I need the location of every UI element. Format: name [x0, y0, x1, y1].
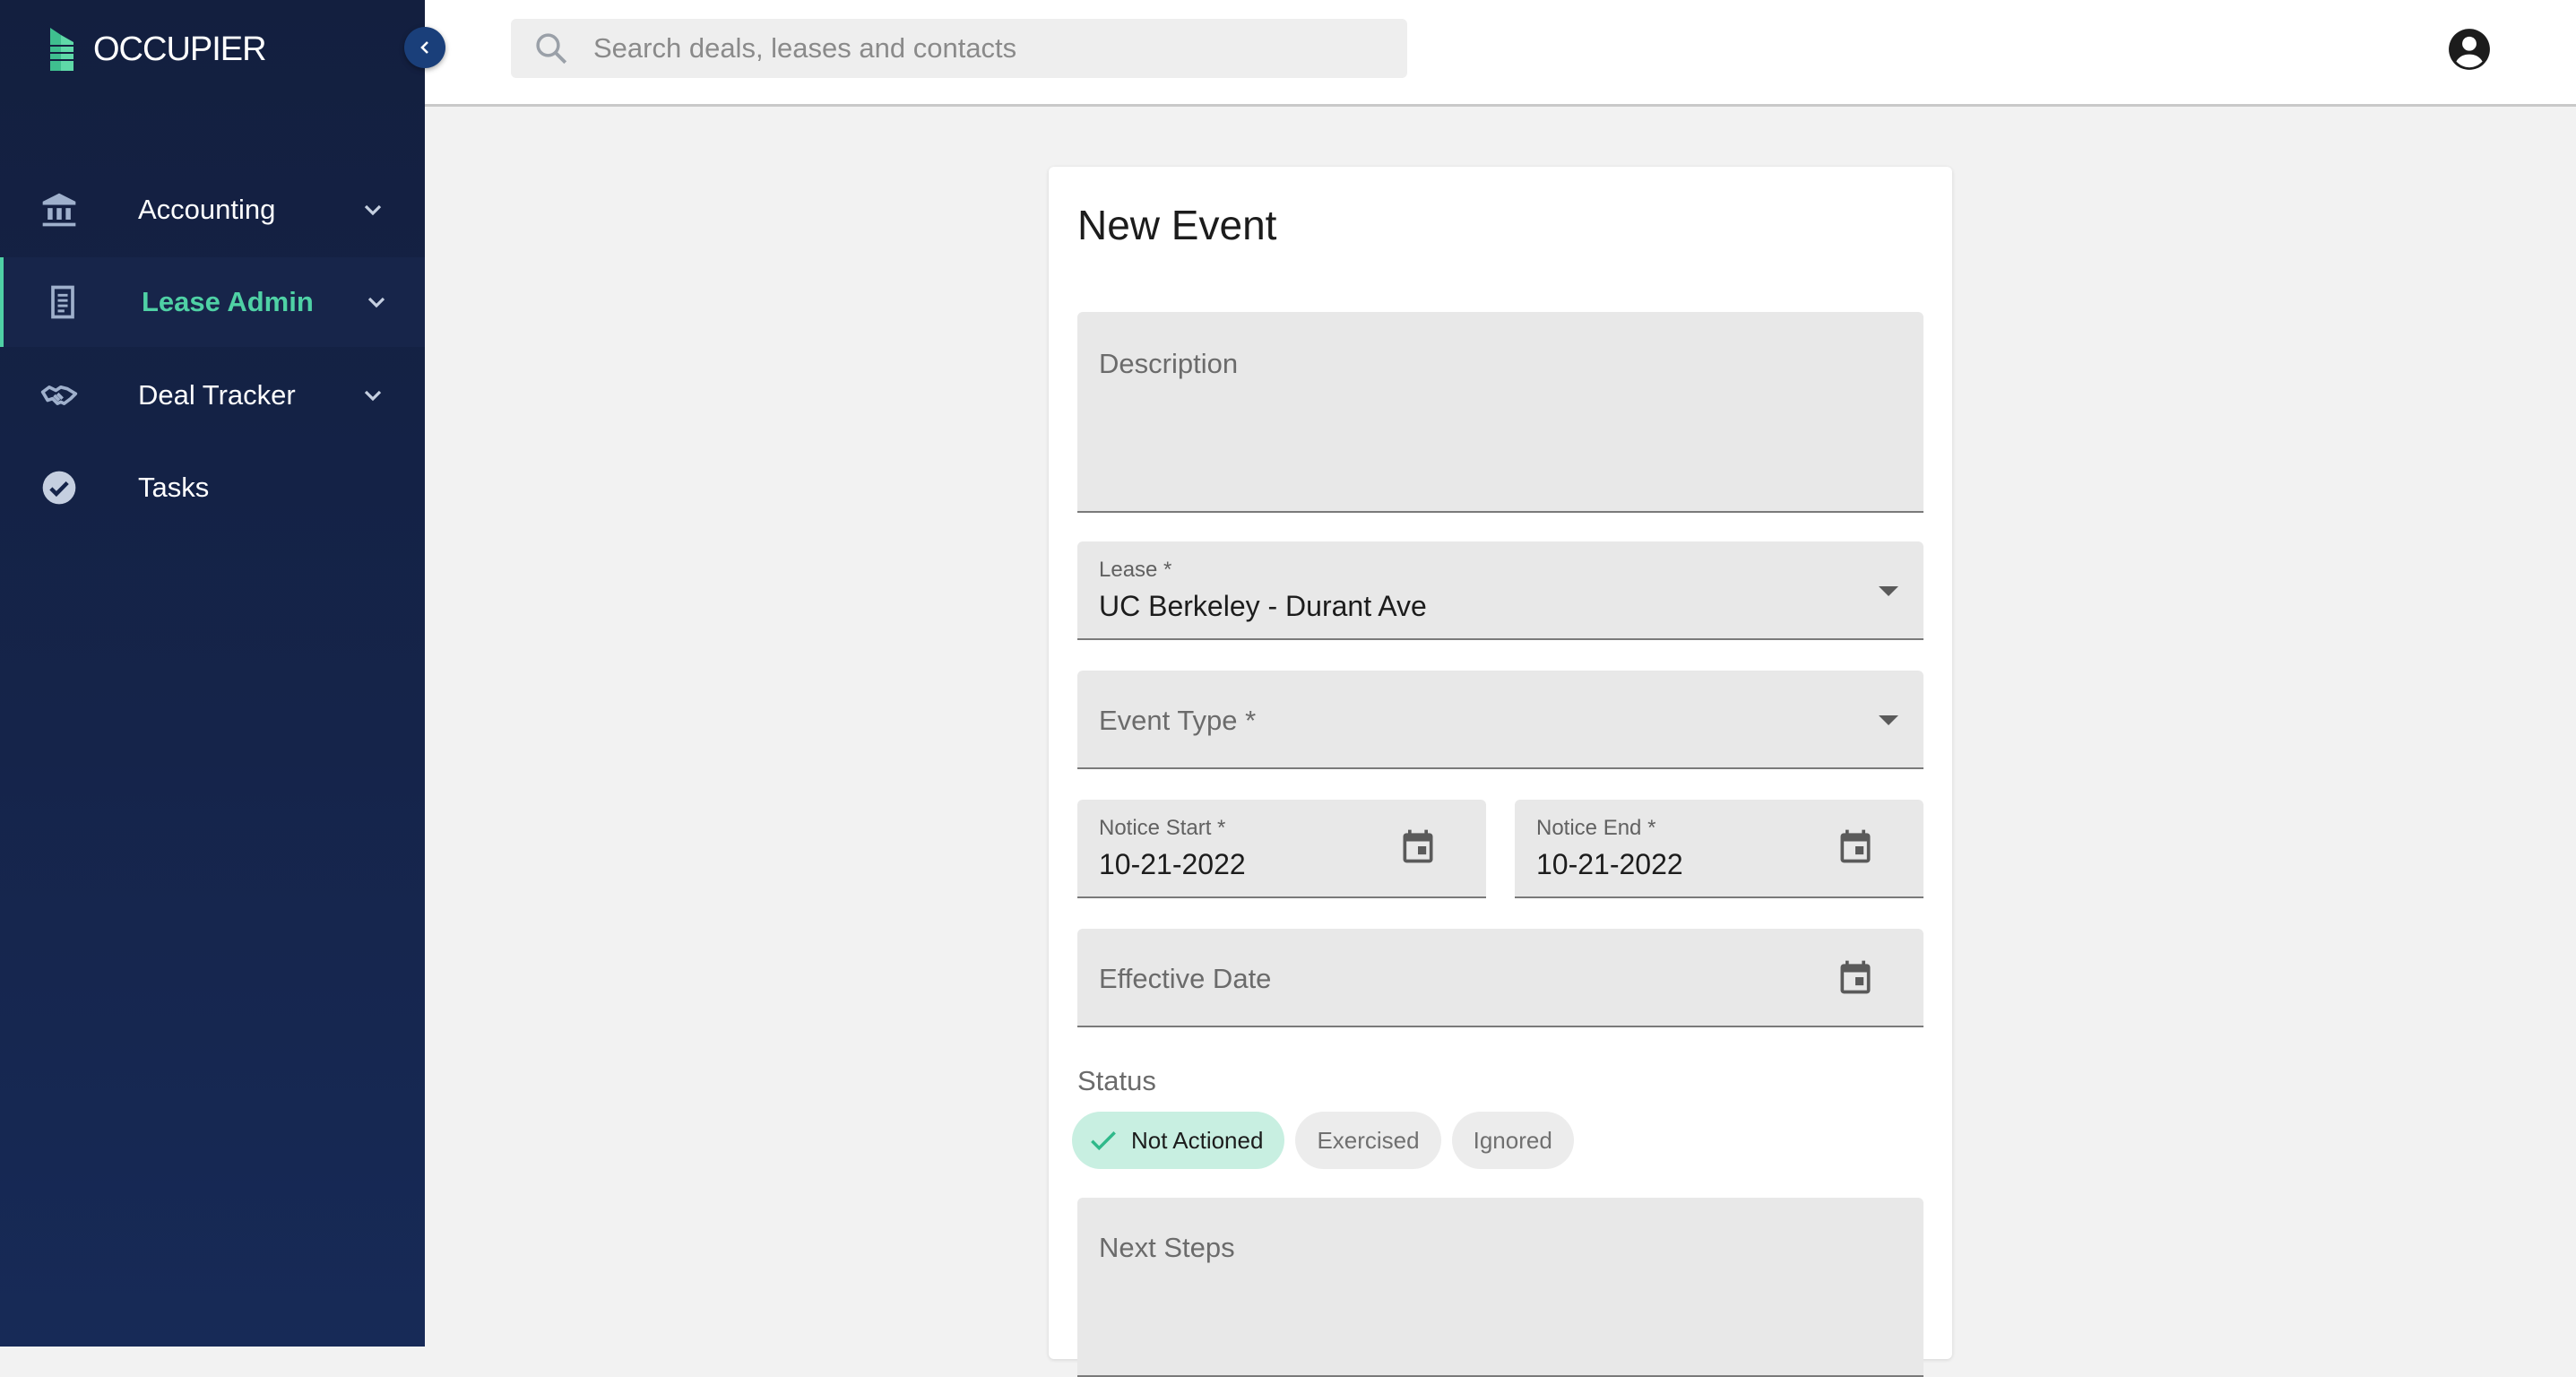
search-box[interactable]	[511, 19, 1407, 78]
bank-icon	[39, 190, 79, 230]
check-circle-icon	[39, 468, 79, 507]
description-field[interactable]: Description	[1077, 312, 1923, 513]
chip-label: Exercised	[1317, 1126, 1420, 1154]
calendar-icon[interactable]	[1836, 957, 1875, 997]
collapse-sidebar-button[interactable]	[404, 27, 445, 68]
calendar-icon[interactable]	[1836, 827, 1875, 866]
new-event-form: New Event Description Lease * UC Berkele…	[1049, 167, 1952, 1377]
next-steps-placeholder: Next Steps	[1099, 1232, 1235, 1263]
notice-start-value: 10-21-2022	[1099, 848, 1246, 880]
document-icon	[43, 282, 82, 322]
sidebar-item-accounting[interactable]: Accounting	[0, 165, 425, 255]
lease-value: UC Berkeley - Durant Ave	[1099, 590, 1427, 622]
account-circle-icon[interactable]	[2447, 27, 2492, 72]
notice-end-field[interactable]: Notice End * 10-21-2022	[1515, 800, 1923, 898]
sidebar-item-tasks[interactable]: Tasks	[0, 443, 425, 533]
chevron-down-icon	[364, 204, 382, 216]
sidebar-item-label: Tasks	[138, 472, 210, 503]
lease-select[interactable]: Lease * UC Berkeley - Durant Ave	[1077, 541, 1923, 640]
sidebar-item-label: Accounting	[138, 194, 276, 225]
top-bar	[425, 0, 2576, 107]
check-icon	[1091, 1131, 1116, 1151]
dropdown-arrow-icon	[1879, 586, 1898, 596]
description-placeholder: Description	[1099, 348, 1239, 379]
logo-text: OCCUPIER	[93, 30, 267, 68]
status-chip-group: Not Actioned Exercised Ignored	[1072, 1112, 1574, 1169]
search-input[interactable]	[592, 19, 1389, 78]
notice-start-field[interactable]: Notice Start * 10-21-2022	[1077, 800, 1486, 898]
chip-label: Not Actioned	[1131, 1126, 1264, 1154]
calendar-icon[interactable]	[1398, 827, 1438, 866]
chevron-down-icon	[364, 390, 382, 402]
sidebar-item-label: Deal Tracker	[138, 379, 296, 411]
page-title: New Event	[1077, 202, 1277, 248]
event-type-select[interactable]: Event Type *	[1077, 671, 1923, 769]
handshake-icon	[39, 376, 79, 415]
sidebar-item-lease-admin[interactable]: Lease Admin	[0, 257, 425, 347]
status-chip-not-actioned[interactable]: Not Actioned	[1072, 1112, 1285, 1169]
chip-label: Ignored	[1473, 1126, 1552, 1154]
effective-date-field[interactable]: Effective Date	[1077, 929, 1923, 1027]
event-type-placeholder: Event Type *	[1099, 705, 1257, 736]
lease-label: Lease *	[1099, 558, 1172, 582]
notice-end-value: 10-21-2022	[1536, 848, 1683, 880]
sidebar: OCCUPIER Accounting Lease Admin Deal Tra…	[0, 0, 425, 1347]
chevron-down-icon	[367, 297, 385, 308]
dropdown-arrow-icon	[1879, 715, 1898, 725]
next-steps-field[interactable]: Next Steps	[1077, 1198, 1923, 1377]
sidebar-item-deal-tracker[interactable]: Deal Tracker	[0, 351, 425, 440]
notice-end-label: Notice End *	[1536, 816, 1656, 840]
sidebar-item-label: Lease Admin	[142, 286, 314, 317]
notice-start-label: Notice Start *	[1099, 816, 1226, 840]
effective-date-placeholder: Effective Date	[1099, 963, 1272, 994]
search-icon	[536, 33, 567, 65]
chevron-left-icon	[420, 41, 428, 54]
status-label: Status	[1077, 1065, 1156, 1096]
logo-mark-icon	[50, 28, 73, 71]
app-logo[interactable]: OCCUPIER	[47, 27, 267, 72]
status-chip-exercised[interactable]: Exercised	[1295, 1112, 1441, 1169]
status-chip-ignored[interactable]: Ignored	[1451, 1112, 1574, 1169]
